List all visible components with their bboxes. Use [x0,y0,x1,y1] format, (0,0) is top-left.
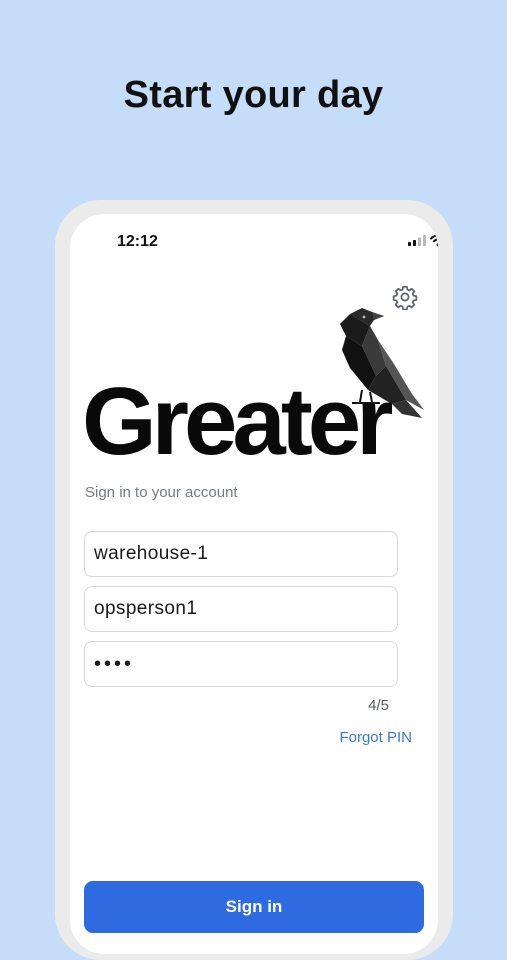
brand-logo: Greater [82,368,394,475]
sign-in-button[interactable]: Sign in [84,881,424,933]
pin-length-counter: 4/5 [368,697,389,714]
app-screen: 12:12 76 Greater Sign in to you [70,214,438,954]
pin-input[interactable] [84,641,398,687]
promo-headline: Start your day [123,74,384,116]
sign-in-subtitle: Sign in to your account [85,484,238,501]
cellular-signal-icon [408,235,426,246]
warehouse-input[interactable] [84,531,398,577]
status-time: 12:12 [117,233,158,250]
forgot-pin-link[interactable]: Forgot PIN [339,729,412,746]
wifi-icon [430,234,438,247]
username-input[interactable] [84,586,398,632]
